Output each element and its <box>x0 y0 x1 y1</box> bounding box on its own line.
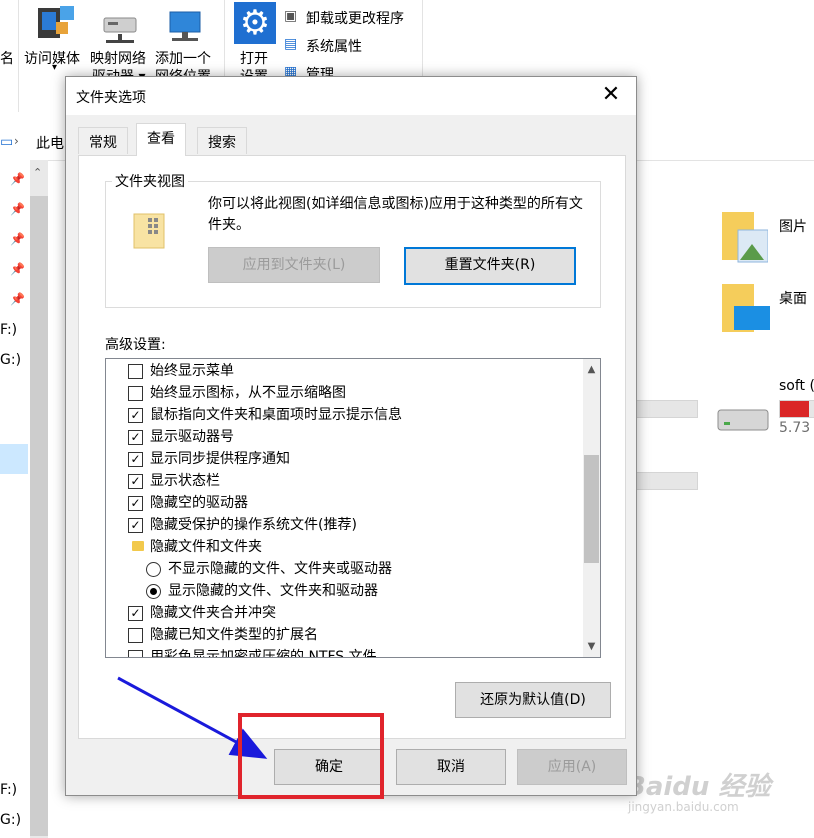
advanced-settings-list[interactable]: ▲ ▼ 始终显示菜单始终显示图标，从不显示缩略图 ✓ 鼠标指向文件夹和桌面项时显示提… <box>105 358 601 658</box>
folder-views-legend: 文件夹视图 <box>112 171 188 191</box>
chevron-down-icon: ▾ <box>52 62 58 73</box>
reset-folders-button[interactable]: 重置文件夹(R) <box>404 247 576 285</box>
drive-usage-bar-partial <box>634 400 698 418</box>
drive-usage-fill <box>780 401 809 417</box>
setting-label: 始终显示菜单 <box>150 363 234 379</box>
checkbox-unchecked[interactable] <box>128 650 143 657</box>
checkbox-unchecked[interactable] <box>128 364 143 379</box>
setting-label: 隐藏受保护的操作系统文件(推荐) <box>150 517 357 533</box>
checkbox-checked[interactable]: ✓ <box>128 452 143 467</box>
folder-view-icon <box>133 213 165 249</box>
ribbon-item-map-drive-label: 映射网络 <box>90 51 146 67</box>
nav-scrollbar-thumb[interactable] <box>30 196 48 836</box>
network-drive-icon <box>103 17 137 43</box>
advanced-settings-label: 高级设置: <box>105 337 166 353</box>
checkbox-checked[interactable]: ✓ <box>128 408 143 423</box>
tab-search[interactable]: 搜索 <box>197 127 247 154</box>
nav-drive-item[interactable]: F:) <box>0 322 17 338</box>
setting-label: 不显示隐藏的文件、文件夹或驱动器 <box>168 561 392 577</box>
setting-label: 隐藏文件夹合并冲突 <box>150 605 276 621</box>
address-path: 此电 <box>36 136 64 152</box>
uninstall-icon: ▣ <box>284 8 298 24</box>
checkbox-checked[interactable]: ✓ <box>128 518 143 533</box>
checkbox-unchecked[interactable] <box>128 386 143 401</box>
folder-views-description: 你可以将此视图(如详细信息或图标)应用于这种类型的所有文件夹。 <box>208 196 583 233</box>
scroll-down-icon[interactable]: ▼ <box>583 638 600 655</box>
ribbon-separator <box>18 0 19 112</box>
pin-icon: 📌 <box>10 232 25 246</box>
restore-defaults-button[interactable]: 还原为默认值(D) <box>455 682 611 718</box>
setting-label: 显示驱动器号 <box>150 429 234 445</box>
checkbox-checked[interactable]: ✓ <box>128 606 143 621</box>
system-properties-icon: ▤ <box>284 36 298 52</box>
nav-selected-item[interactable] <box>0 444 28 474</box>
drive-size: 5.73 <box>779 420 811 436</box>
nav-drive-item[interactable]: F:) <box>0 782 17 798</box>
gear-icon: ⚙ <box>234 2 276 44</box>
drive-icon[interactable] <box>716 404 770 434</box>
scroll-up-icon[interactable]: ⌃ <box>33 166 42 179</box>
pin-icon: 📌 <box>10 202 25 216</box>
folder-options-dialog: 文件夹选项 ✕ 常规 查看 搜索 文件夹视图 你可以将此视图(如详细信息或图标)… <box>65 76 637 796</box>
watermark-url: jingyan.baidu.com <box>628 800 739 814</box>
cancel-button[interactable]: 取消 <box>396 749 506 785</box>
setting-label: 隐藏文件和文件夹 <box>150 539 262 555</box>
pictures-folder-icon[interactable] <box>720 206 768 264</box>
dialog-titlebar[interactable]: 文件夹选项 ✕ <box>66 77 636 115</box>
tab-general[interactable]: 常规 <box>78 127 128 154</box>
checkbox-checked[interactable]: ✓ <box>128 496 143 511</box>
ribbon-cmd-uninstall-label: 卸载或更改程序 <box>306 11 404 27</box>
ribbon-item-add-location-label: 添加一个 <box>155 51 211 67</box>
dialog-title: 文件夹选项 <box>76 90 146 106</box>
radio-unselected[interactable] <box>146 562 161 577</box>
pictures-folder-label[interactable]: 图片 <box>779 216 807 236</box>
nav-drive-item[interactable]: G:) <box>0 352 21 368</box>
setting-label: 显示同步提供程序通知 <box>150 451 290 467</box>
settings-scrollbar-thumb[interactable] <box>584 455 599 563</box>
watermark: Baidu 经验 <box>626 772 771 802</box>
drive-usage-bar <box>779 400 814 418</box>
desktop-folder-label[interactable]: 桌面 <box>779 288 807 308</box>
view-tab-panel: 文件夹视图 你可以将此视图(如详细信息或图标)应用于这种类型的所有文件夹。 应用… <box>78 155 626 739</box>
setting-label: 显示状态栏 <box>150 473 220 489</box>
setting-label: 始终显示图标，从不显示缩略图 <box>150 385 346 401</box>
tab-view[interactable]: 查看 <box>136 123 186 156</box>
checkbox-unchecked[interactable] <box>128 628 143 643</box>
setting-label: 隐藏空的驱动器 <box>150 495 248 511</box>
media-icon <box>38 6 74 38</box>
nav-drive-item[interactable]: G:) <box>0 812 21 828</box>
ok-button[interactable]: 确定 <box>274 749 384 785</box>
drive-name[interactable]: soft ( <box>779 378 814 394</box>
folder-icon <box>132 541 144 551</box>
apply-button[interactable]: 应用(A) <box>517 749 627 785</box>
setting-label: 显示隐藏的文件、文件夹和驱动器 <box>168 583 378 599</box>
network-location-icon <box>169 11 201 41</box>
scroll-up-icon[interactable]: ▲ <box>583 361 600 378</box>
pin-icon: 📌 <box>10 262 25 276</box>
setting-label: 鼠标指向文件夹和桌面项时显示提示信息 <box>150 407 402 423</box>
chevron-right-icon: › <box>14 134 19 148</box>
drive-usage-bar-partial <box>634 472 698 490</box>
close-icon[interactable]: ✕ <box>596 81 626 111</box>
setting-label: 用彩色显示加密或压缩的 NTFS 文件 <box>150 649 377 658</box>
this-pc-icon: ▭ <box>0 134 14 150</box>
pin-icon: 📌 <box>10 292 25 306</box>
ribbon-item-settings-label: 打开 <box>240 51 268 67</box>
desktop-folder-icon[interactable] <box>720 280 772 336</box>
pin-icon: 📌 <box>10 172 25 186</box>
setting-label: 隐藏已知文件类型的扩展名 <box>150 627 318 643</box>
checkbox-checked[interactable]: ✓ <box>128 474 143 489</box>
radio-selected[interactable] <box>146 584 161 599</box>
settings-scrollbar[interactable]: ▲ ▼ <box>583 359 600 657</box>
apply-to-folders-button[interactable]: 应用到文件夹(L) <box>208 247 380 283</box>
checkbox-checked[interactable]: ✓ <box>128 430 143 445</box>
folder-views-group: 文件夹视图 你可以将此视图(如详细信息或图标)应用于这种类型的所有文件夹。 应用… <box>105 171 601 308</box>
ribbon-cut-label: 名 <box>0 51 14 67</box>
ribbon-cmd-system-properties-label: 系统属性 <box>306 39 362 55</box>
